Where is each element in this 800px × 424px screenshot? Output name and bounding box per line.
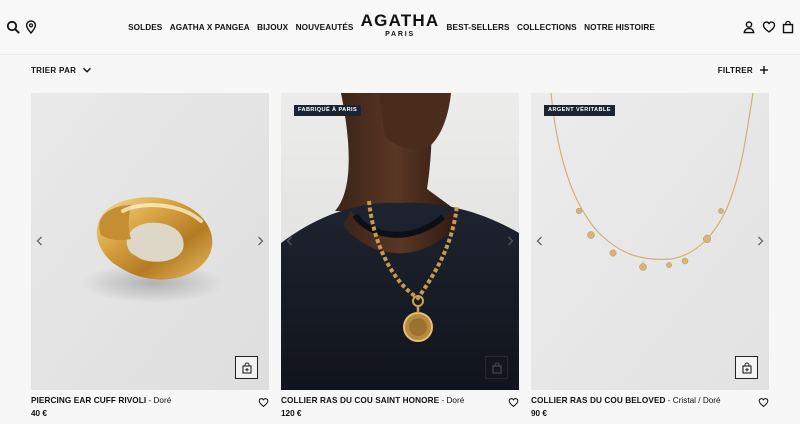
product-name: COLLIER RAS DU COU BELOVED <box>531 396 666 405</box>
product-image-saint-honore[interactable]: FABRIQUÉ À PARIS <box>281 93 519 390</box>
main-nav-right: BEST-SELLERS COLLECTIONS NOTRE HISTOIRE <box>444 23 657 32</box>
product-card[interactable]: ARGENT VÉRITABLE COLLIER RAS DU COU BELO… <box>531 93 769 424</box>
wishlist-heart-icon[interactable] <box>758 395 769 407</box>
product-info: COLLIER RAS DU COU BELOVED - Cristal / D… <box>531 390 769 424</box>
model-necklace-photo <box>281 93 519 390</box>
filter-button[interactable]: FILTRER <box>718 64 769 76</box>
product-info: COLLIER RAS DU COU SAINT HONORE - Doré 1… <box>281 390 519 424</box>
product-variant: - Doré <box>439 396 465 405</box>
wishlist-heart-icon[interactable] <box>258 395 269 407</box>
chevron-left-icon <box>286 236 292 246</box>
carousel-next-button[interactable] <box>505 235 515 247</box>
nav-item-notre-histoire[interactable]: NOTRE HISTOIRE <box>584 23 655 32</box>
carousel-next-button[interactable] <box>255 235 265 247</box>
product-variant: - Doré <box>146 396 172 405</box>
sort-dropdown[interactable]: TRIER PAR <box>31 64 92 76</box>
product-badge: ARGENT VÉRITABLE <box>544 105 615 116</box>
site-header: SOLDES AGATHA X PANGEA BIJOUX NOUVEAUTÉS… <box>0 0 800 55</box>
nav-item-soldes[interactable]: SOLDES <box>128 23 162 32</box>
product-badge: FABRIQUÉ À PARIS <box>294 105 362 116</box>
chevron-down-icon <box>83 67 92 73</box>
shopping-bag-icon[interactable] <box>781 20 795 34</box>
account-icon[interactable] <box>742 20 756 34</box>
sort-label: TRIER PAR <box>31 65 77 75</box>
add-to-bag-button[interactable] <box>735 356 758 379</box>
product-variant: - Cristal / Doré <box>665 396 721 405</box>
chevron-right-icon <box>757 236 763 246</box>
logo-wordmark: AGATHA <box>360 11 440 30</box>
carousel-prev-button[interactable] <box>284 235 294 247</box>
product-price: 90 € <box>531 409 547 418</box>
product-info: PIERCING EAR CUFF RIVOLI - Doré 40 € <box>31 390 269 424</box>
wishlist-heart-icon[interactable] <box>762 20 776 34</box>
filter-label: FILTRER <box>717 65 753 75</box>
product-price: 40 € <box>31 409 47 418</box>
carousel-prev-button[interactable] <box>34 235 44 247</box>
location-pin-icon[interactable] <box>24 20 38 34</box>
product-card[interactable]: PIERCING EAR CUFF RIVOLI - Doré 40 € <box>31 93 269 424</box>
product-title[interactable]: PIERCING EAR CUFF RIVOLI - Doré <box>31 396 171 405</box>
add-to-bag-button[interactable] <box>485 356 508 379</box>
product-price: 120 € <box>281 409 302 418</box>
product-name: COLLIER RAS DU COU SAINT HONORE <box>281 396 440 405</box>
main-nav-left: SOLDES AGATHA X PANGEA BIJOUX NOUVEAUTÉS <box>126 23 356 32</box>
product-name: PIERCING EAR CUFF RIVOLI <box>31 396 147 405</box>
nav-item-best-sellers[interactable]: BEST-SELLERS <box>447 23 510 32</box>
product-title[interactable]: COLLIER RAS DU COU BELOVED - Cristal / D… <box>531 396 721 405</box>
charm-necklace-photo <box>531 93 769 390</box>
add-to-bag-button[interactable] <box>235 356 258 379</box>
wishlist-heart-icon[interactable] <box>508 395 519 407</box>
bag-plus-icon <box>741 362 752 374</box>
product-card[interactable]: FABRIQUÉ À PARIS COLLIER RAS DU COU SAIN… <box>281 93 519 424</box>
chevron-right-icon <box>507 236 513 246</box>
nav-item-agatha-x-pangea[interactable]: AGATHA X PANGEA <box>170 23 250 32</box>
logo-subtitle: PARIS <box>385 31 415 38</box>
plus-icon <box>760 66 768 74</box>
product-image-ear-cuff[interactable] <box>31 93 269 390</box>
product-title[interactable]: COLLIER RAS DU COU SAINT HONORE - Doré <box>281 396 464 405</box>
search-icon[interactable] <box>6 20 20 34</box>
chevron-left-icon <box>36 236 42 246</box>
carousel-prev-button[interactable] <box>534 235 544 247</box>
bag-plus-icon <box>491 362 502 374</box>
product-image-beloved[interactable]: ARGENT VÉRITABLE <box>531 93 769 390</box>
ear-cuff-photo <box>31 93 269 390</box>
bag-plus-icon <box>241 362 252 374</box>
chevron-left-icon <box>536 236 542 246</box>
carousel-next-button[interactable] <box>755 235 765 247</box>
nav-item-bijoux[interactable]: BIJOUX <box>257 23 288 32</box>
chevron-right-icon <box>257 236 263 246</box>
nav-item-nouveautes[interactable]: NOUVEAUTÉS <box>296 23 354 32</box>
nav-item-collections[interactable]: COLLECTIONS <box>517 23 577 32</box>
brand-logo[interactable]: AGATHA PARIS <box>355 12 445 39</box>
